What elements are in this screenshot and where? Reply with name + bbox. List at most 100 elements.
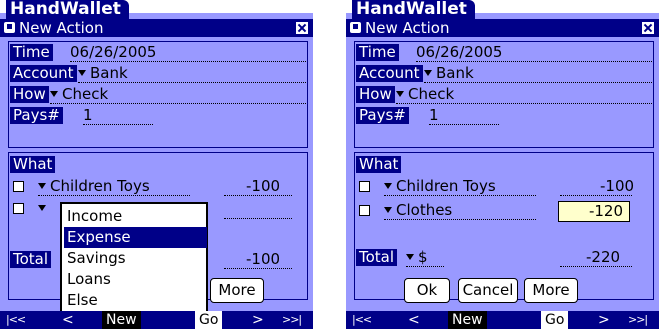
dropdown-arrow-icon	[50, 91, 58, 97]
dropdown-arrow-icon	[384, 207, 392, 213]
dropdown-option-income[interactable]: Income	[64, 206, 207, 227]
item-1-amount-underline	[560, 195, 632, 196]
pays-underline	[83, 124, 153, 125]
time-underline	[416, 61, 652, 62]
dropdown-arrow-icon	[384, 183, 392, 189]
time-value[interactable]: 06/26/2005	[416, 44, 502, 61]
how-trigger[interactable]: Check	[50, 86, 108, 103]
item-2-checkbox[interactable]	[359, 205, 370, 216]
item-2-underline	[384, 219, 536, 220]
app-title: HandWallet	[6, 0, 129, 19]
more-button[interactable]: More	[524, 278, 578, 303]
total-amount: -220	[586, 248, 621, 266]
previous-record-icon[interactable]: <	[62, 311, 74, 329]
form-title-bar: New Action	[346, 19, 659, 37]
dropdown-arrow-icon	[78, 70, 86, 76]
item-1-amount-underline	[224, 195, 292, 196]
total-underline	[224, 268, 292, 269]
how-label[interactable]: How	[356, 86, 395, 103]
pays-label[interactable]: Pays#	[10, 107, 63, 124]
how-trigger[interactable]: Check	[396, 86, 454, 103]
time-value[interactable]: 06/26/2005	[70, 44, 156, 61]
item-2-amount-input[interactable]: -120	[558, 201, 630, 222]
ok-button[interactable]: Ok	[404, 278, 450, 303]
time-underline	[70, 61, 306, 62]
bottom-navigation-bar: |<< < New Go > >>|	[0, 311, 313, 329]
total-currency-underline	[406, 266, 444, 267]
more-button[interactable]: More	[210, 278, 264, 303]
form-icon	[350, 22, 361, 33]
account-underline	[424, 82, 652, 83]
dropdown-arrow-icon	[424, 70, 432, 76]
how-value: Check	[62, 85, 109, 103]
screen-left-dropdown-open: HandWallet New Action Time 06/26/2005 Ac…	[0, 0, 313, 329]
what-label: What	[356, 156, 402, 173]
form-title-bar: New Action	[0, 19, 313, 37]
item-1-checkbox[interactable]	[359, 181, 370, 192]
item-1-underline	[38, 195, 190, 196]
pays-value[interactable]: 1	[83, 107, 93, 124]
dropdown-arrow-icon	[38, 205, 46, 211]
form-icon	[4, 22, 15, 33]
app-title-bar: HandWallet	[346, 0, 659, 19]
total-underline	[560, 266, 632, 267]
account-underline	[78, 82, 306, 83]
item-2-amount-underline	[224, 218, 292, 219]
close-icon[interactable]	[296, 22, 308, 34]
pays-label[interactable]: Pays#	[356, 107, 409, 124]
item-1-name: Children Toys	[396, 177, 496, 195]
account-label[interactable]: Account	[356, 65, 423, 82]
dropdown-arrow-icon	[38, 183, 46, 189]
item-1-category-trigger[interactable]: Children Toys	[38, 178, 150, 195]
last-record-icon[interactable]: >>|	[282, 311, 302, 329]
first-record-icon[interactable]: |<<	[352, 311, 372, 329]
item-2-category-trigger[interactable]: Clothes	[384, 202, 452, 219]
total-currency-trigger[interactable]: $	[406, 249, 428, 266]
pays-value[interactable]: 1	[429, 107, 439, 124]
account-trigger[interactable]: Bank	[424, 65, 474, 82]
dropdown-option-savings[interactable]: Savings	[64, 248, 207, 269]
next-record-icon[interactable]: >	[252, 311, 264, 329]
account-label[interactable]: Account	[10, 65, 77, 82]
cancel-button[interactable]: Cancel	[458, 278, 518, 303]
previous-record-icon[interactable]: <	[408, 311, 420, 329]
dropdown-option-expense[interactable]: Expense	[64, 227, 207, 248]
account-value: Bank	[436, 64, 474, 82]
app-title: HandWallet	[352, 0, 475, 19]
how-underline	[50, 103, 306, 104]
total-amount: -100	[246, 250, 281, 268]
new-record-button[interactable]: New	[102, 311, 141, 329]
item-1-category-trigger[interactable]: Children Toys	[384, 178, 496, 195]
form-title: New Action	[365, 19, 450, 37]
close-icon[interactable]	[642, 22, 654, 34]
first-record-icon[interactable]: |<<	[6, 311, 26, 329]
total-label: Total	[356, 249, 398, 266]
item-2-name: Clothes	[396, 201, 453, 219]
total-label: Total	[10, 251, 52, 268]
category-dropdown-list: Income Expense Savings Loans Else	[60, 202, 208, 313]
item-2-checkbox[interactable]	[13, 203, 24, 214]
account-trigger[interactable]: Bank	[78, 65, 128, 82]
form-title: New Action	[19, 19, 104, 37]
go-button[interactable]: Go	[541, 311, 569, 329]
dropdown-option-else[interactable]: Else	[64, 290, 207, 311]
how-underline	[396, 103, 652, 104]
new-record-button[interactable]: New	[448, 311, 487, 329]
item-2-category-trigger[interactable]	[38, 200, 50, 217]
what-label: What	[10, 156, 56, 173]
last-record-icon[interactable]: >>|	[628, 311, 648, 329]
total-currency: $	[418, 248, 428, 266]
item-1-amount[interactable]: -100	[246, 178, 280, 195]
item-1-underline	[384, 195, 536, 196]
time-label[interactable]: Time	[356, 44, 399, 61]
screen-right-completed: HandWallet New Action Time 06/26/2005 Ac…	[346, 0, 659, 329]
item-1-name: Children Toys	[50, 177, 150, 195]
how-label[interactable]: How	[10, 86, 49, 103]
app-title-bar: HandWallet	[0, 0, 313, 19]
time-label[interactable]: Time	[10, 44, 53, 61]
next-record-icon[interactable]: >	[598, 311, 610, 329]
go-button[interactable]: Go	[195, 311, 223, 329]
dropdown-option-loans[interactable]: Loans	[64, 269, 207, 290]
item-1-amount[interactable]: -100	[600, 178, 634, 195]
item-1-checkbox[interactable]	[13, 181, 24, 192]
